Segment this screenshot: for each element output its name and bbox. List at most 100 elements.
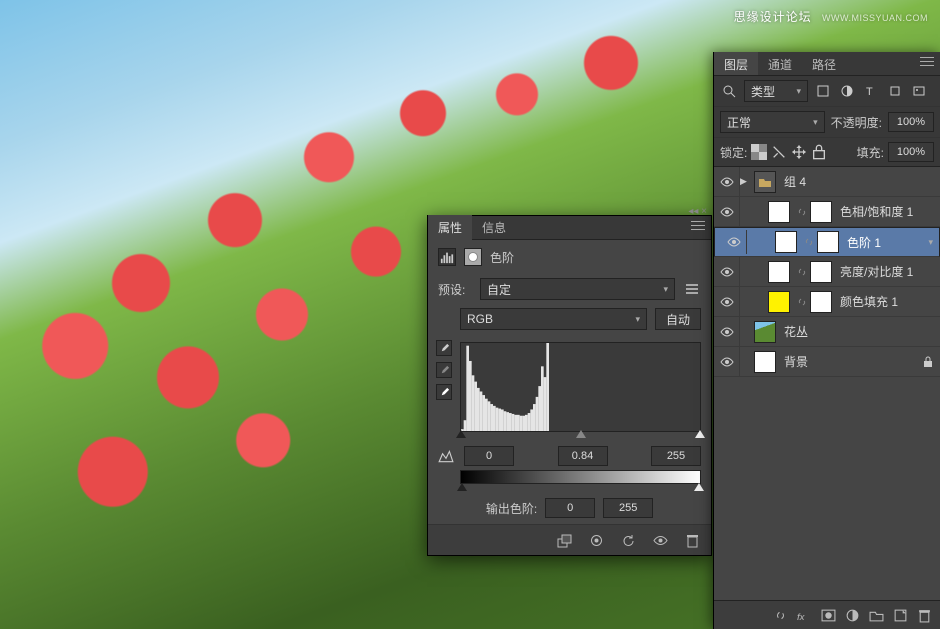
mask-thumb[interactable] bbox=[810, 201, 832, 223]
filter-row: 类型 T bbox=[714, 76, 940, 107]
output-gradient[interactable] bbox=[460, 470, 701, 484]
lock-position-icon[interactable] bbox=[791, 144, 807, 160]
input-black-handle[interactable] bbox=[456, 430, 466, 438]
visibility-toggle[interactable] bbox=[714, 197, 740, 226]
layer-name[interactable]: 亮度/对比度 1 bbox=[840, 263, 913, 280]
mask-add-icon[interactable] bbox=[820, 607, 836, 623]
layer-name[interactable]: 花丛 bbox=[784, 323, 808, 340]
layers-panel[interactable]: 图层 通道 路径 类型 T 正常 不透明度: 100% 锁定: 填充: 100% bbox=[713, 52, 940, 629]
levels-small-icon bbox=[438, 448, 454, 464]
blend-mode-select[interactable]: 正常 bbox=[720, 111, 825, 133]
trash-icon[interactable] bbox=[683, 531, 701, 549]
eyedropper-white-icon[interactable] bbox=[436, 384, 452, 400]
channel-select[interactable]: RGB bbox=[460, 308, 647, 330]
layer-row[interactable]: 花丛 bbox=[714, 317, 940, 347]
input-gamma-field[interactable] bbox=[558, 446, 608, 466]
link-icon[interactable] bbox=[796, 206, 808, 218]
link-icon[interactable] bbox=[796, 296, 808, 308]
lock-transparent-icon[interactable] bbox=[751, 144, 767, 160]
layer-name[interactable]: 背景 bbox=[784, 353, 808, 370]
input-white-handle[interactable] bbox=[695, 430, 705, 438]
layer-row[interactable]: ▶ 组 4 bbox=[714, 167, 940, 197]
adjustment-add-icon[interactable] bbox=[844, 607, 860, 623]
visibility-toggle[interactable] bbox=[714, 287, 740, 316]
histogram[interactable] bbox=[460, 342, 701, 432]
layers-menu-icon[interactable] bbox=[920, 57, 934, 69]
auto-button[interactable]: 自动 bbox=[655, 308, 701, 330]
visibility-toggle[interactable] bbox=[714, 317, 740, 346]
tab-layers[interactable]: 图层 bbox=[714, 52, 758, 75]
tab-channels[interactable]: 通道 bbox=[758, 52, 802, 75]
mask-thumb[interactable] bbox=[817, 231, 839, 253]
tab-properties[interactable]: 属性 bbox=[428, 215, 472, 240]
mask-thumb[interactable] bbox=[810, 291, 832, 313]
layers-header: 图层 通道 路径 类型 T 正常 不透明度: 100% 锁定: 填充: 100% bbox=[714, 52, 940, 167]
panel-menu-icon[interactable] bbox=[691, 221, 705, 233]
filter-shape-icon[interactable] bbox=[886, 82, 904, 100]
visibility-toggle[interactable] bbox=[714, 347, 740, 376]
layer-row[interactable]: 色相/饱和度 1 bbox=[714, 197, 940, 227]
link-layers-icon[interactable] bbox=[772, 607, 788, 623]
adjustment-thumb bbox=[768, 291, 790, 313]
histogram-area bbox=[438, 342, 701, 440]
fill-label: 填充: bbox=[857, 144, 884, 161]
input-black-field[interactable] bbox=[464, 446, 514, 466]
eyedropper-black-icon[interactable] bbox=[436, 340, 452, 356]
filter-kind-select[interactable]: 类型 bbox=[744, 80, 808, 102]
opacity-field[interactable]: 100% bbox=[888, 112, 934, 132]
output-white-field[interactable] bbox=[603, 498, 653, 518]
group-add-icon[interactable] bbox=[868, 607, 884, 623]
layer-row[interactable]: 亮度/对比度 1 bbox=[714, 257, 940, 287]
properties-panel[interactable]: ◂◂ × 属性 信息 色阶 预设: 自定 RGB 自动 bbox=[427, 215, 712, 556]
layer-row[interactable]: 色阶 1 bbox=[714, 227, 940, 257]
reset-icon[interactable] bbox=[619, 531, 637, 549]
mask-icon[interactable] bbox=[464, 248, 482, 266]
visibility-toggle[interactable] bbox=[721, 230, 747, 254]
filter-smart-icon[interactable] bbox=[910, 82, 928, 100]
filter-adjust-icon[interactable] bbox=[838, 82, 856, 100]
filter-pixel-icon[interactable] bbox=[814, 82, 832, 100]
output-black-field[interactable] bbox=[545, 498, 595, 518]
eyedropper-gray-icon[interactable] bbox=[436, 362, 452, 378]
mask-thumb[interactable] bbox=[810, 261, 832, 283]
input-gamma-handle[interactable] bbox=[576, 430, 586, 438]
layer-list[interactable]: ▶ 组 4 色相/饱和度 1 色阶 1 亮度/对比度 1 颜色填充 1 花丛背景 bbox=[714, 167, 940, 600]
svg-text:T: T bbox=[866, 86, 873, 98]
visibility-icon[interactable] bbox=[651, 531, 669, 549]
fx-icon[interactable]: fx bbox=[796, 607, 812, 623]
link-icon[interactable] bbox=[803, 236, 815, 248]
layer-thumb bbox=[754, 321, 776, 343]
view-previous-icon[interactable] bbox=[587, 531, 605, 549]
layer-name[interactable]: 颜色填充 1 bbox=[840, 293, 898, 310]
lock-all-icon[interactable] bbox=[811, 144, 827, 160]
eyedropper-group bbox=[436, 340, 452, 400]
visibility-toggle[interactable] bbox=[714, 257, 740, 286]
output-white-handle[interactable] bbox=[694, 483, 704, 491]
fold-icon[interactable]: ▶ bbox=[740, 176, 754, 187]
output-black-handle[interactable] bbox=[457, 483, 467, 491]
preset-label: 预设: bbox=[438, 281, 472, 298]
link-icon[interactable] bbox=[796, 266, 808, 278]
clip-to-layer-icon[interactable] bbox=[555, 531, 573, 549]
adjustment-thumb bbox=[768, 261, 790, 283]
tab-info[interactable]: 信息 bbox=[472, 215, 516, 240]
layer-name[interactable]: 色相/饱和度 1 bbox=[840, 203, 913, 220]
tab-paths[interactable]: 路径 bbox=[802, 52, 846, 75]
layer-name[interactable]: 组 4 bbox=[784, 173, 806, 190]
input-white-field[interactable] bbox=[651, 446, 701, 466]
input-slider[interactable] bbox=[460, 432, 701, 440]
delete-layer-icon[interactable] bbox=[916, 607, 932, 623]
lock-pixels-icon[interactable] bbox=[771, 144, 787, 160]
opacity-label: 不透明度: bbox=[831, 114, 882, 131]
preset-select[interactable]: 自定 bbox=[480, 278, 675, 300]
preset-menu-icon[interactable] bbox=[683, 280, 701, 298]
search-icon[interactable] bbox=[720, 82, 738, 100]
collapse-icon[interactable]: ◂◂ × bbox=[688, 206, 707, 217]
filter-type-icon[interactable]: T bbox=[862, 82, 880, 100]
layer-row[interactable]: 背景 bbox=[714, 347, 940, 377]
fill-field[interactable]: 100% bbox=[888, 142, 934, 162]
layer-row[interactable]: 颜色填充 1 bbox=[714, 287, 940, 317]
visibility-toggle[interactable] bbox=[714, 167, 740, 196]
new-layer-icon[interactable] bbox=[892, 607, 908, 623]
layer-name[interactable]: 色阶 1 bbox=[847, 234, 881, 251]
